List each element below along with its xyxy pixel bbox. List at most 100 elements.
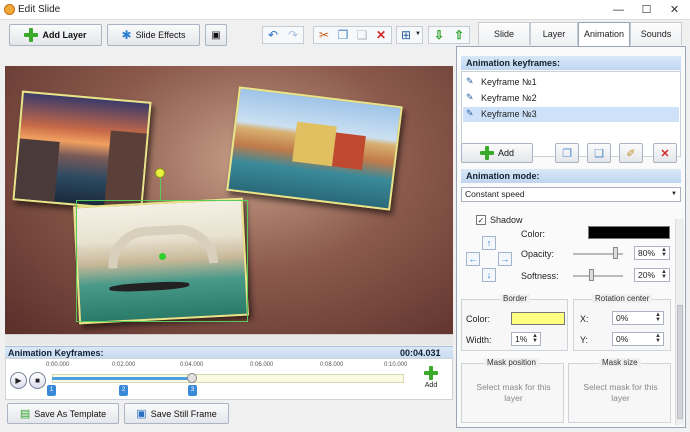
softness-value: 20% <box>638 270 656 280</box>
list-item-selected[interactable]: ✎ Keyframe №3 <box>463 107 679 122</box>
selection-frame[interactable] <box>76 200 248 322</box>
rot-x-label: X: <box>580 314 589 324</box>
delete-icon[interactable]: ✕ <box>372 26 390 44</box>
title-bar: Edit Slide — ☐ ✕ <box>0 0 690 20</box>
spin-icon: ▲ ▼ <box>661 269 667 280</box>
stop-button[interactable]: ■ <box>29 372 46 389</box>
save-as-template-button[interactable]: ▤ Save As Template <box>7 403 119 424</box>
timeline-total-sep: / <box>437 348 440 358</box>
template-icon: ▤ <box>19 408 31 420</box>
preview-button[interactable]: ▣ <box>205 24 227 46</box>
cut-icon[interactable]: ✂ <box>315 26 333 44</box>
venice-canal-photo[interactable] <box>226 86 403 211</box>
close-button[interactable]: ✕ <box>660 0 689 20</box>
move-up-icon[interactable]: ⇧ <box>450 26 468 44</box>
shadow-color-swatch[interactable] <box>588 226 670 239</box>
play-button[interactable]: ▶ <box>10 372 27 389</box>
align-icon[interactable]: ⊞ <box>397 26 415 44</box>
copy-keyframe-button[interactable]: ❐ <box>555 143 579 163</box>
add-keyframe-label: Add <box>424 382 438 389</box>
pin-icon: ✎ <box>466 76 474 86</box>
undo-icon[interactable]: ↶ <box>264 26 282 44</box>
canvas-scrollbar[interactable] <box>5 334 453 345</box>
delete-keyframe-button[interactable]: ✕ <box>653 143 677 163</box>
softness-slider[interactable] <box>573 275 623 277</box>
border-color-swatch[interactable] <box>511 312 565 325</box>
mask-position-group: Mask position Select mask for this layer <box>461 358 564 423</box>
scrollbar-thumb[interactable] <box>677 305 683 419</box>
photo-detail <box>331 132 366 170</box>
animation-panel: Animation keyframes: ✎ Keyframe №1 ✎ Key… <box>456 46 686 428</box>
add-layer-label: Add Layer <box>42 30 87 40</box>
opacity-thumb[interactable] <box>613 247 618 259</box>
arrow-right-icon[interactable]: → <box>498 252 512 266</box>
move-down-icon[interactable]: ⇩ <box>430 26 448 44</box>
mask-size-group: Mask size Select mask for this layer <box>568 358 671 423</box>
border-width-value: 1% <box>515 334 528 344</box>
tab-animation[interactable]: Animation <box>578 22 630 46</box>
tab-sounds[interactable]: Sounds <box>630 22 682 45</box>
add-layer-button[interactable]: Add Layer <box>9 24 102 46</box>
clear-keyframe-button[interactable]: ✐ <box>619 143 643 163</box>
keyframe-marker[interactable]: 2 <box>119 385 128 396</box>
keyframe-label: Keyframe №2 <box>481 93 537 103</box>
rotation-handle[interactable] <box>155 168 165 178</box>
paste-icon[interactable]: ❏ <box>353 26 371 44</box>
tab-slide[interactable]: Slide <box>478 22 530 45</box>
border-width-label: Width: <box>466 335 492 345</box>
delete-icon: ✕ <box>660 147 670 160</box>
rot-x-field[interactable]: 0% ▲ ▼ <box>612 311 664 325</box>
tick-label: 0:04.000 <box>180 362 204 368</box>
border-color-label: Color: <box>466 314 491 324</box>
border-group-label: Border <box>500 294 531 303</box>
timeline-label: Animation Keyframes: <box>8 348 104 358</box>
shadow-label: Shadow <box>490 215 523 225</box>
minimize-button[interactable]: — <box>604 0 633 20</box>
redo-icon[interactable]: ↷ <box>284 26 302 44</box>
plus-icon <box>479 146 494 160</box>
brush-icon: ✐ <box>626 147 636 160</box>
center-handle[interactable] <box>159 253 166 260</box>
pin-icon: ✎ <box>466 92 474 102</box>
rot-y-field[interactable]: 0% ▲ ▼ <box>612 332 664 346</box>
timeline-header: Animation Keyframes: 00:04.031 / <box>5 346 453 358</box>
window-title: Edit Slide <box>18 4 61 15</box>
spin-icon: ▲ ▼ <box>655 333 661 344</box>
maximize-button[interactable]: ☐ <box>632 0 661 20</box>
add-keyframe-panel-button[interactable]: Add <box>461 143 533 163</box>
rot-y-value: 0% <box>616 334 629 344</box>
spin-icon: ▲ ▼ <box>655 312 661 323</box>
chevron-down-icon: ▼ <box>671 191 677 197</box>
paste-keyframe-button[interactable]: ❏ <box>587 143 611 163</box>
rotation-group-label: Rotation center <box>592 294 653 303</box>
panel-scrollbar[interactable] <box>675 219 684 425</box>
align-dropdown-icon[interactable]: ▼ <box>415 31 421 37</box>
copy-icon[interactable]: ❐ <box>334 26 352 44</box>
playhead[interactable] <box>187 373 197 383</box>
softness-thumb[interactable] <box>589 269 594 281</box>
list-item[interactable]: ✎ Keyframe №2 <box>463 91 679 106</box>
rot-x-value: 0% <box>616 313 629 323</box>
shadow-checkbox[interactable]: ✓ <box>476 215 486 225</box>
animation-mode-select[interactable]: Constant speed ▼ <box>461 187 681 202</box>
softness-field[interactable]: 20% ▲ ▼ <box>634 268 670 282</box>
slide-canvas[interactable] <box>5 66 453 334</box>
spin-icon: ▲ ▼ <box>661 247 667 258</box>
film-icon: ▣ <box>211 29 221 41</box>
add-keyframe-button[interactable]: Add <box>416 364 446 396</box>
list-item[interactable]: ✎ Keyframe №1 <box>463 75 679 90</box>
slide-effects-button[interactable]: ✱ Slide Effects <box>107 24 200 46</box>
timeline-current-time: 00:04.031 <box>400 348 441 358</box>
tab-layer[interactable]: Layer <box>530 22 578 45</box>
border-width-field[interactable]: 1% ▲ ▼ <box>511 332 541 346</box>
arrow-left-icon[interactable]: ← <box>466 252 480 266</box>
arrow-up-icon[interactable]: ↑ <box>482 236 496 250</box>
opacity-field[interactable]: 80% ▲ ▼ <box>634 246 670 260</box>
rotation-center-group: Rotation center X: 0% ▲ ▼ Y: 0% ▲ ▼ <box>573 294 671 351</box>
keyframe-marker[interactable]: 1 <box>47 385 56 396</box>
keyframe-marker[interactable]: 3 <box>188 385 197 396</box>
save-still-frame-button[interactable]: ▣ Save Still Frame <box>124 403 229 424</box>
arrow-down-icon[interactable]: ↓ <box>482 268 496 282</box>
venice-sunset-photo[interactable] <box>12 90 152 212</box>
mask-position-text: Select mask for this layer <box>476 382 551 403</box>
